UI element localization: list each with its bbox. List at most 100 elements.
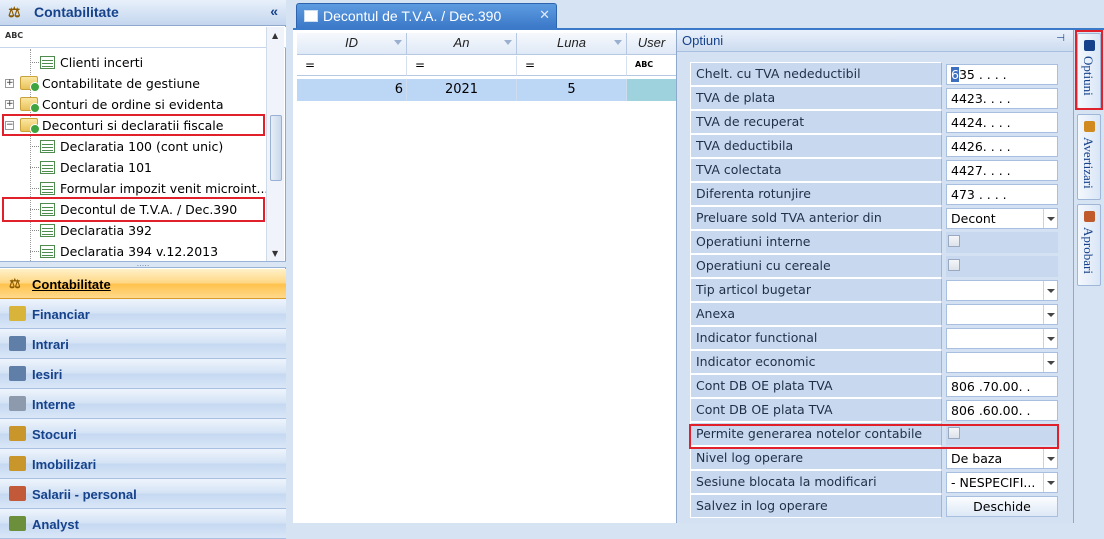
column-header[interactable]: ID xyxy=(297,33,407,55)
select-value: - NESPECIFI... xyxy=(951,475,1036,490)
chevron-down-icon[interactable] xyxy=(1043,281,1057,300)
grid-cell[interactable]: 5 xyxy=(517,79,627,101)
option-select[interactable] xyxy=(946,352,1058,373)
side-tab[interactable]: Aprobari xyxy=(1077,204,1101,286)
filter-cell[interactable]: = xyxy=(517,56,627,76)
module-button[interactable]: Iesiri xyxy=(0,359,286,389)
option-select[interactable]: Decont xyxy=(946,208,1058,229)
column-header[interactable]: An xyxy=(407,33,517,55)
option-checkbox[interactable] xyxy=(946,256,1058,277)
option-text-field[interactable]: 806 .70.00. . xyxy=(946,376,1058,397)
scroll-down-icon[interactable]: ▼ xyxy=(272,249,278,258)
module-button[interactable]: Intrari xyxy=(0,329,286,359)
highlight-box xyxy=(1075,30,1103,110)
column-header-label: ID xyxy=(345,35,358,50)
option-text-field[interactable]: 473 . . . . xyxy=(946,184,1058,205)
column-filter-dropdown-icon[interactable] xyxy=(504,40,512,45)
option-row: TVA de plata 4423. . . . xyxy=(690,86,1058,110)
filter-cell[interactable]: = xyxy=(407,56,517,76)
option-select[interactable] xyxy=(946,280,1058,301)
option-label: Chelt. cu TVA nedeductibil xyxy=(690,62,942,86)
grid-cell[interactable]: 6 xyxy=(297,79,407,101)
expand-icon[interactable]: + xyxy=(5,100,14,109)
option-select[interactable]: - NESPECIFI... xyxy=(946,472,1058,493)
option-text-field[interactable]: 635 . . . . xyxy=(946,64,1058,85)
grid-cell[interactable]: 2021 xyxy=(407,79,517,101)
grid-cell[interactable] xyxy=(627,79,677,101)
option-label: Nivel log operare xyxy=(690,446,942,470)
tree-filter-icon[interactable]: ABC xyxy=(5,31,23,40)
module-label: Interne xyxy=(32,397,76,412)
tree-item[interactable]: Clienti incerti xyxy=(0,52,266,73)
module-button[interactable]: ⚖ Contabilitate xyxy=(0,269,286,299)
column-filter-dropdown-icon[interactable] xyxy=(614,40,622,45)
tree-item[interactable]: Declaratia 392 xyxy=(0,220,266,241)
option-row: Indicator functional xyxy=(690,326,1058,350)
column-header[interactable]: User xyxy=(627,33,677,55)
tree-item[interactable]: Declaratia 394 v.12.2013 xyxy=(0,241,266,261)
module-button[interactable]: Financiar xyxy=(0,299,286,329)
column-header[interactable]: Luna xyxy=(517,33,627,55)
chevron-down-icon[interactable] xyxy=(1043,329,1057,348)
tree-folder[interactable]: + Conturi de ordine si evidenta xyxy=(0,94,266,115)
panel-splitter[interactable]: ..... xyxy=(0,260,286,268)
option-row: Tip articol bugetar xyxy=(690,278,1058,302)
tree-scrollbar[interactable]: ▲ ▼ xyxy=(266,27,284,261)
option-text-field[interactable]: 4424. . . . xyxy=(946,112,1058,133)
scroll-up-icon[interactable]: ▲ xyxy=(272,31,278,40)
checkbox[interactable] xyxy=(948,259,960,271)
tree-connector xyxy=(30,167,39,168)
module-button[interactable]: Salarii - personal xyxy=(0,479,286,509)
filter-cell[interactable]: ABC xyxy=(627,56,677,76)
vertical-splitter[interactable] xyxy=(286,0,293,523)
checkbox[interactable] xyxy=(948,235,960,247)
close-tab-icon[interactable]: ✕ xyxy=(539,7,550,23)
option-text-field[interactable]: 4423. . . . xyxy=(946,88,1058,109)
module-button[interactable]: Stocuri xyxy=(0,419,286,449)
chevron-down-icon[interactable] xyxy=(1043,353,1057,372)
tab-decont-tva[interactable]: Decontul de T.V.A. / Dec.390 ✕ xyxy=(296,3,557,28)
module-button[interactable]: Analyst xyxy=(0,509,286,539)
tree-item-label: Contabilitate de gestiune xyxy=(42,76,200,91)
option-row: Preluare sold TVA anterior din Decont xyxy=(690,206,1058,230)
chevron-down-icon[interactable] xyxy=(1043,305,1057,324)
options-header: Optiuni ⊣ xyxy=(677,30,1073,52)
module-button[interactable]: Interne xyxy=(0,389,286,419)
option-open-button[interactable]: Deschide xyxy=(946,496,1058,517)
report-icon xyxy=(40,182,55,195)
tree-item[interactable]: Formular impozit venit microint... xyxy=(0,178,266,199)
tree-folder[interactable]: + Contabilitate de gestiune xyxy=(0,73,266,94)
option-text-field[interactable]: 4426. . . . xyxy=(946,136,1058,157)
option-checkbox[interactable] xyxy=(946,232,1058,253)
option-select[interactable] xyxy=(946,328,1058,349)
option-text-field[interactable]: 4427. . . . xyxy=(946,160,1058,181)
scrollbar-thumb[interactable] xyxy=(270,115,282,181)
option-select[interactable]: De baza xyxy=(946,448,1058,469)
module-button[interactable]: Imobilizari xyxy=(0,449,286,479)
option-label: TVA colectata xyxy=(690,158,942,182)
tree-connector xyxy=(30,146,39,147)
option-label: Sesiune blocata la modificari xyxy=(690,470,942,494)
chevron-down-icon[interactable] xyxy=(1043,449,1057,468)
option-label: Preluare sold TVA anterior din xyxy=(690,206,942,230)
options-title: Optiuni xyxy=(682,33,724,48)
side-tab[interactable]: Avertizari xyxy=(1077,114,1101,200)
tree-item[interactable]: Declaratia 101 xyxy=(0,157,266,178)
pin-icon[interactable]: ⊣ xyxy=(1056,33,1065,44)
tree-item[interactable]: Declaratia 100 (cont unic) xyxy=(0,136,266,157)
chevron-down-icon[interactable] xyxy=(1043,209,1057,228)
tree-item-label: Declaratia 392 xyxy=(60,223,152,238)
option-text-field[interactable]: 806 .60.00. . xyxy=(946,400,1058,421)
column-filter-dropdown-icon[interactable] xyxy=(394,40,402,45)
option-row: Salvez in log operare Deschide xyxy=(690,494,1058,518)
expand-icon[interactable]: + xyxy=(5,79,14,88)
option-label: Cont DB OE plata TVA xyxy=(690,374,942,398)
module-label: Contabilitate xyxy=(32,277,111,292)
option-select[interactable] xyxy=(946,304,1058,325)
column-header-label: Luna xyxy=(557,35,586,50)
chevron-down-icon[interactable] xyxy=(1043,473,1057,492)
collapse-panel-button[interactable]: « xyxy=(270,3,278,19)
tree-item-label: Declaratia 101 xyxy=(60,160,152,175)
filter-cell[interactable]: = xyxy=(297,56,407,76)
module-label: Imobilizari xyxy=(32,457,97,472)
